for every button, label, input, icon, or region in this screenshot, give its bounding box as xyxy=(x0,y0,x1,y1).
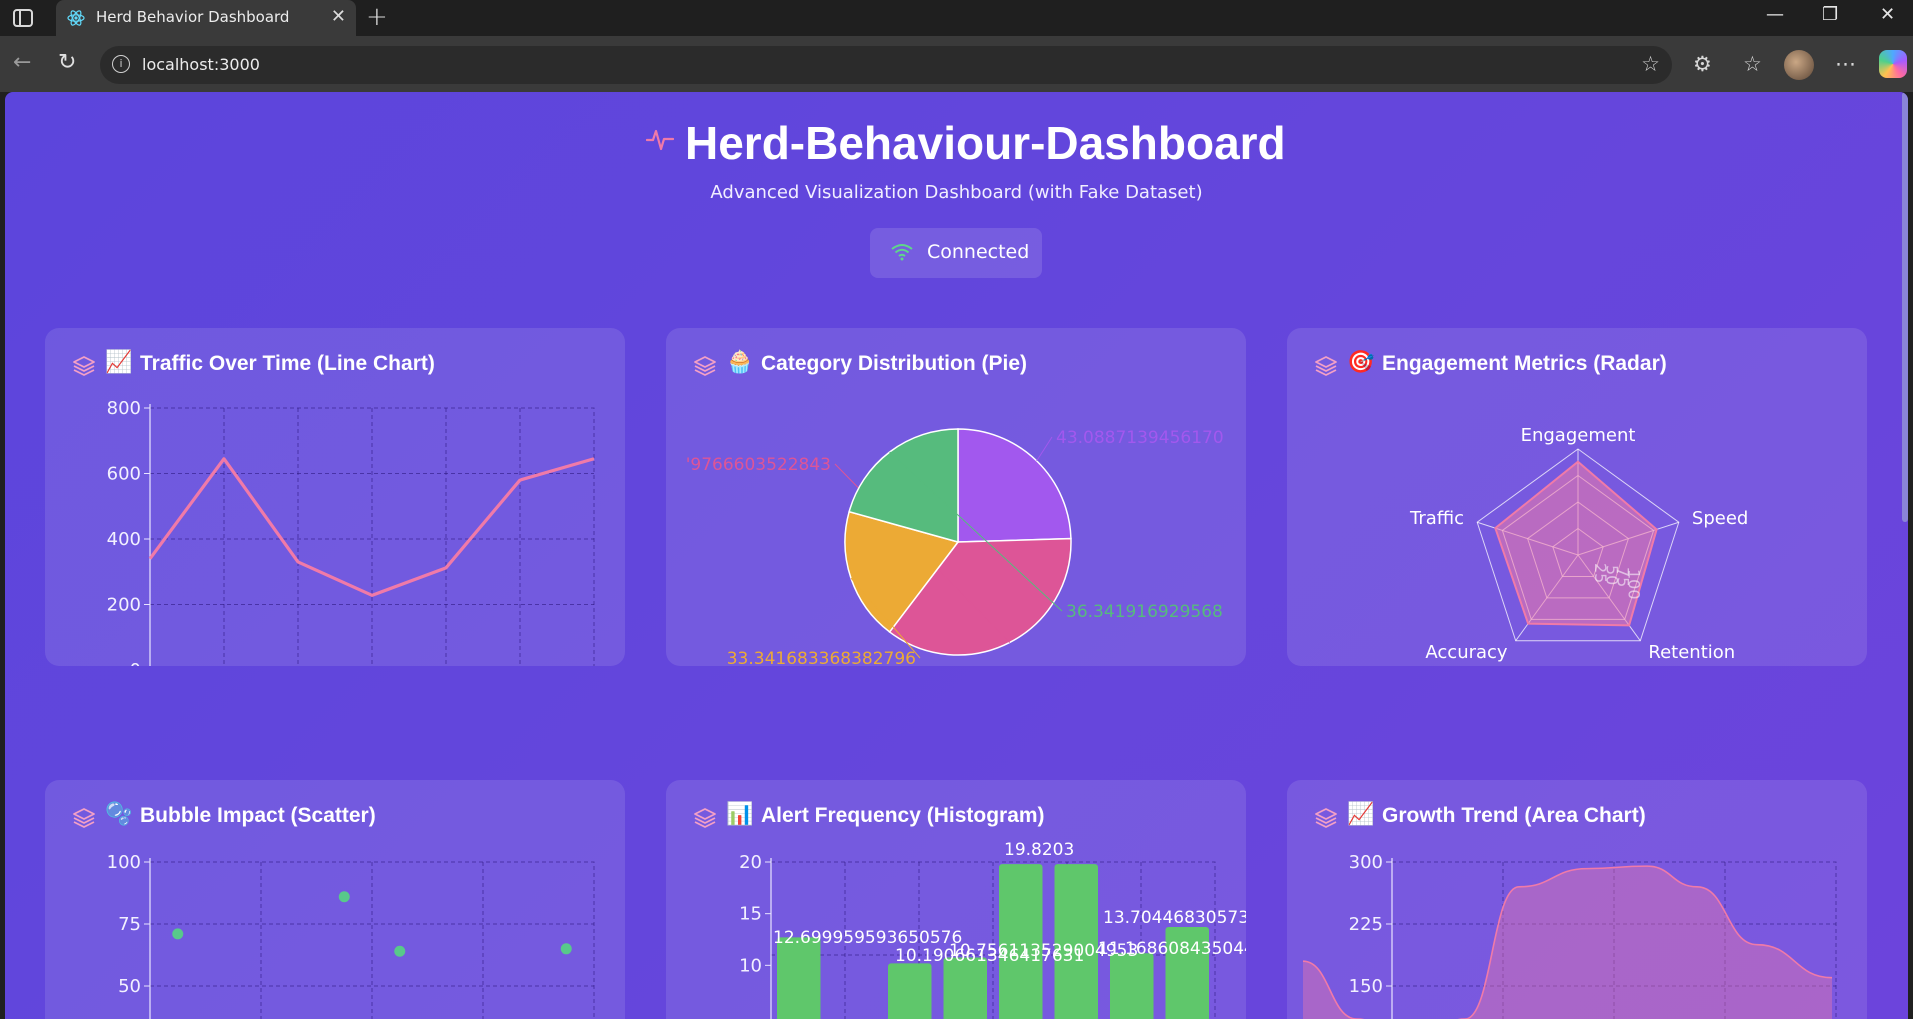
alert-histogram-chart: 10152012.69995959365057610.1906613464176… xyxy=(739,840,1246,1019)
favorite-star-icon[interactable]: ☆ xyxy=(1641,52,1660,76)
card-traffic-line: 📈 Traffic Over Time (Line Chart) 0200400… xyxy=(45,328,625,666)
bubble-scatter-chart: 50 75 100 xyxy=(107,852,595,1019)
y-tick-label: 20 xyxy=(739,852,762,873)
copilot-icon[interactable] xyxy=(1879,50,1907,78)
pulse-icon xyxy=(646,129,674,151)
y-tick-label: 400 xyxy=(107,529,141,550)
browser-tab[interactable]: Herd Behavior Dashboard ✕ xyxy=(56,0,356,36)
radar-tick-label: 100 xyxy=(1625,569,1644,600)
url-text: localhost:3000 xyxy=(142,55,260,74)
histogram-bar xyxy=(888,963,932,1019)
pie-slice-electronics xyxy=(957,428,1072,543)
histogram-bar xyxy=(777,937,821,1019)
pie-label-leader xyxy=(1036,436,1053,462)
y-tick-label: 200 xyxy=(107,595,141,616)
browser-toolbar: ← ↻ i localhost:3000 ☆ ⚙ ☆ ⋯ xyxy=(0,36,1913,92)
radar-axis-label: Accuracy xyxy=(1425,642,1508,663)
card-growth-area: 📈 Growth Trend (Area Chart) 150 225 300 xyxy=(1287,780,1867,1019)
pie-data-label: 36.341916929568 xyxy=(1066,602,1223,622)
histogram-data-label: 13.704468305737 xyxy=(1103,908,1246,928)
scatter-point xyxy=(338,891,350,903)
y-tick-label: 225 xyxy=(1349,914,1383,935)
dashboard-page: Herd-Behaviour-Dashboard Advanced Visual… xyxy=(5,92,1908,1019)
tab-title: Herd Behavior Dashboard xyxy=(96,8,290,26)
site-info-icon[interactable]: i xyxy=(112,55,130,73)
tab-actions-icon[interactable] xyxy=(13,9,33,27)
y-tick-label: 15 xyxy=(739,904,762,925)
card-category-pie: 🧁 Category Distribution (Pie) 43.0887139… xyxy=(666,328,1246,666)
address-bar[interactable]: i localhost:3000 ☆ xyxy=(100,46,1672,84)
more-menu-icon[interactable]: ⋯ xyxy=(1835,52,1856,76)
scatter-point xyxy=(394,945,406,957)
y-tick-label: 800 xyxy=(107,398,141,419)
extensions-icon[interactable]: ⚙ xyxy=(1693,52,1712,76)
close-window-icon[interactable]: ✕ xyxy=(1880,4,1895,25)
card-engagement-radar: 🎯 Engagement Metrics (Radar) Engagement S… xyxy=(1287,328,1867,666)
y-tick-label: 10 xyxy=(739,955,762,976)
pie-data-label: 33.341683368382796 xyxy=(727,649,916,666)
y-tick-label: 75 xyxy=(118,914,141,935)
scrollbar[interactable] xyxy=(1902,92,1908,522)
card-bubble-scatter: 🫧 Bubble Impact (Scatter) 50 75 100 xyxy=(45,780,625,1019)
page-subtitle: Advanced Visualization Dashboard (with F… xyxy=(710,182,1203,203)
radar-axis-label: Retention xyxy=(1648,642,1735,663)
page-title: Herd-Behaviour-Dashboard xyxy=(685,117,1286,169)
category-pie-chart: 43.0887139456170 '9766603522843 33.3416833… xyxy=(686,428,1224,666)
pie-data-label: '9766603522843 xyxy=(686,455,831,475)
wifi-icon xyxy=(891,244,913,261)
new-tab-button[interactable]: + xyxy=(366,2,388,32)
histogram-data-label: 19.8203 xyxy=(1004,840,1074,860)
radar-axis-label: Traffic xyxy=(1409,508,1464,529)
profile-avatar[interactable] xyxy=(1784,50,1814,80)
radar-axis-label: Speed xyxy=(1692,508,1748,529)
close-tab-icon[interactable]: ✕ xyxy=(331,6,346,27)
engagement-radar-chart: EngagementSpeedRetentionAccuracyTraffic2… xyxy=(1409,425,1748,663)
growth-area-chart: 150 225 300 xyxy=(1302,852,1837,1019)
histogram-bar xyxy=(1110,953,1154,1019)
y-tick-label: 150 xyxy=(1349,976,1383,997)
react-icon xyxy=(67,10,85,26)
y-tick-label: 50 xyxy=(118,976,141,997)
card-alert-histogram: 📊 Alert Frequency (Histogram) 10 15 20 12.6… xyxy=(666,780,1246,1019)
minimize-icon[interactable]: — xyxy=(1766,4,1784,25)
connection-status-text: Connected xyxy=(927,241,1030,263)
restore-icon[interactable]: ❐ xyxy=(1822,4,1838,25)
radar-series-area xyxy=(1494,460,1658,627)
histogram-bar xyxy=(943,957,987,1019)
histogram-data-label: 12.699959593650576 xyxy=(773,928,962,948)
reload-icon[interactable]: ↻ xyxy=(58,50,76,75)
connection-status-badge: Connected xyxy=(870,228,1042,278)
radar-axis-label: Engagement xyxy=(1521,425,1636,446)
back-icon[interactable]: ← xyxy=(13,50,31,75)
y-tick-label: 0 xyxy=(130,660,141,666)
traffic-line-chart: 0200400600800MonTueWedThuFriSatSun xyxy=(107,398,595,666)
y-tick-label: 100 xyxy=(107,852,141,873)
y-tick-label: 600 xyxy=(107,464,141,485)
scatter-point xyxy=(560,943,572,955)
scatter-point xyxy=(172,928,184,940)
browser-tab-bar: Herd Behavior Dashboard ✕ + — ❐ ✕ xyxy=(0,0,1913,36)
y-tick-label: 300 xyxy=(1349,852,1383,873)
histogram-data-label: 11.168608435044195 xyxy=(1098,939,1246,959)
favorites-icon[interactable]: ☆ xyxy=(1743,52,1762,76)
pie-data-label: 43.0887139456170 xyxy=(1056,428,1224,448)
